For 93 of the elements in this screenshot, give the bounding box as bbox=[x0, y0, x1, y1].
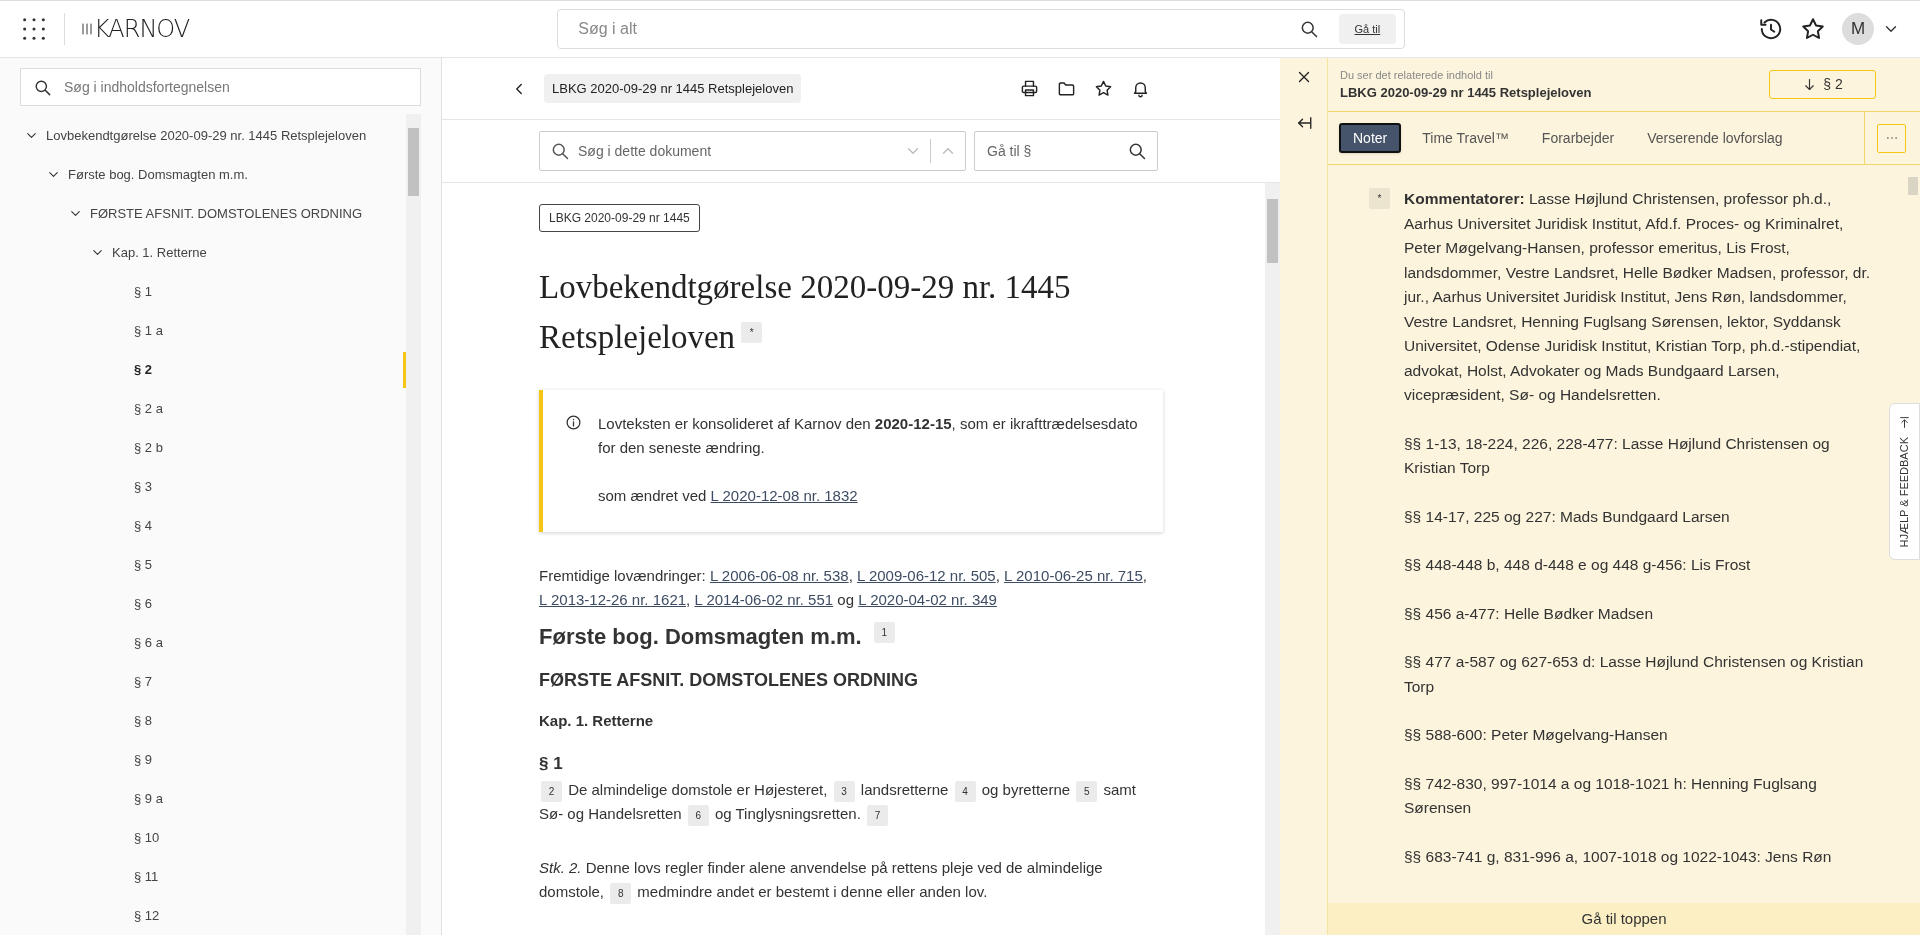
toc-item[interactable]: § 2 a bbox=[134, 398, 163, 419]
chapter-heading: Kap. 1. Retterne bbox=[539, 711, 655, 731]
toc-item[interactable]: § 1 a bbox=[134, 320, 163, 341]
note-marker[interactable]: 8 bbox=[610, 882, 632, 904]
note-marker[interactable]: 4 bbox=[954, 780, 976, 802]
document-title: Lovbekendtgørelse 2020-09-29 nr. 1445 Retsplejeloven * bbox=[539, 268, 1072, 357]
search-icon bbox=[550, 141, 570, 161]
paragraph-text: Stk. 2. Denne lovs regler finder alene anvendelse på rettens pleje ved de almindelige domstole, 8 medmindre andet er bestemt i denne eller anden lov. bbox=[539, 856, 1163, 904]
star-icon[interactable] bbox=[1800, 16, 1826, 42]
note-marker[interactable]: 3 bbox=[833, 780, 855, 802]
toc-search-field[interactable]: Søg i indholdsfortegnelsen bbox=[20, 68, 421, 106]
search-icon bbox=[33, 77, 52, 97]
logo[interactable]: KARNOV bbox=[81, 17, 190, 41]
star-icon[interactable] bbox=[1094, 79, 1113, 98]
toc-item[interactable]: § 2 bbox=[134, 359, 153, 380]
arrow-up-icon bbox=[1898, 416, 1911, 429]
paragraph-text: 2 De almindelige domstole er Højesteret, 3 landsretterne 4 og byretterne 5 samt Sø- og Handelsretten 6 og Tinglysningsretten. 7 bbox=[539, 778, 1163, 826]
note-marker[interactable]: 5 bbox=[1076, 780, 1098, 802]
toc-item[interactable]: § 9 bbox=[134, 749, 153, 770]
history-icon[interactable] bbox=[1758, 16, 1784, 42]
document-search-input[interactable]: Søg i dette dokument bbox=[578, 140, 896, 162]
panel-caption: Du ser det relaterede indhold til bbox=[1340, 67, 1494, 83]
toc-item[interactable]: § 5 bbox=[134, 554, 153, 575]
tab[interactable]: Time Travel™ bbox=[1410, 123, 1521, 153]
toc-item[interactable]: § 1 bbox=[134, 281, 153, 302]
note-text: §§ 477 a-587 og 627-653 d: Lasse Højlund Christensen og Kristian Torp bbox=[1404, 652, 1865, 697]
part-heading: FØRSTE AFSNIT. DOMSTOLENES ORDNING bbox=[539, 669, 920, 692]
link[interactable]: L 2006-06-08 nr. 538 bbox=[709, 567, 849, 584]
note-marker[interactable]: 2 bbox=[541, 780, 562, 802]
note-text: §§ 1-13, 18-224, 226, 228-477: Lasse Højlund Christensen og Kristian Torp bbox=[1404, 433, 1831, 478]
tab[interactable]: Verserende lovforslag bbox=[1635, 123, 1795, 153]
goto-section-field[interactable]: Gå til § bbox=[974, 131, 1158, 171]
note-marker[interactable]: * bbox=[741, 322, 763, 343]
toc-item[interactable]: § 11 bbox=[134, 866, 159, 887]
toc-item[interactable]: § 7 bbox=[134, 671, 153, 692]
toc-item[interactable]: FØRSTE AFSNIT. DOMSTOLENES ORDNING bbox=[90, 203, 363, 224]
note-text: §§ 588-600: Peter Møgelvang-Hansen bbox=[1404, 725, 1669, 745]
link[interactable]: L 2009-06-12 nr. 505 bbox=[857, 567, 996, 584]
goto-section-input[interactable]: Gå til § bbox=[987, 140, 1127, 162]
tab[interactable]: Noter bbox=[1339, 123, 1402, 153]
note-marker[interactable]: 6 bbox=[687, 804, 709, 826]
link[interactable]: L 2020-12-08 nr. 1832 bbox=[710, 487, 858, 504]
avatar[interactable]: M bbox=[1842, 13, 1874, 45]
note-text: §§ 14-17, 225 og 227: Mads Bundgaard Larsen bbox=[1404, 506, 1731, 527]
note-text: §§ 683-741 g, 831-996 a, 1007-1018 og 1022-1043: Jens Røn bbox=[1404, 846, 1833, 867]
search-field[interactable]: Søg i alt Gå til bbox=[557, 9, 1406, 49]
info-text: som ændret ved L 2020-12-08 nr. 1832 bbox=[598, 486, 859, 506]
link[interactable]: L 2014-06-02 nr. 551 bbox=[694, 591, 834, 608]
toc-item[interactable]: § 12 bbox=[134, 905, 160, 926]
toc-item[interactable]: § 8 bbox=[134, 710, 153, 731]
back-to-top-button[interactable]: Gå til toppen bbox=[1328, 903, 1920, 935]
bell-icon[interactable] bbox=[1131, 79, 1150, 98]
toc-item[interactable]: Lovbekendtgørelse 2020-09-29 nr. 1445 Retsplejeloven bbox=[46, 125, 367, 146]
document-title-chip[interactable]: LBKG 2020-09-29 nr 1445 Retsplejeloven bbox=[544, 73, 802, 104]
tab[interactable]: Forarbejder bbox=[1529, 123, 1627, 153]
link[interactable]: L 2010-06-25 nr. 715 bbox=[1004, 567, 1143, 584]
toc-item[interactable]: § 6 a bbox=[134, 632, 163, 653]
app-grid-icon[interactable] bbox=[20, 15, 48, 43]
note-marker[interactable]: * bbox=[1369, 188, 1390, 209]
toc-item[interactable]: § 4 bbox=[134, 515, 153, 536]
info-text: Lovteksten er konsolideret af Karnov den 2020-12-15, som er ikrafttrædelsesdato for den seneste ændring. bbox=[598, 414, 1139, 458]
note-text: §§ 448-448 b, 448 d-448 e og 448 g-456: Lis Frost bbox=[1404, 555, 1752, 575]
search-icon bbox=[1127, 141, 1147, 161]
toc-item[interactable]: § 6 bbox=[134, 593, 153, 614]
toc-item[interactable]: Kap. 1. Retterne bbox=[112, 242, 207, 263]
toc-item[interactable]: § 9 a bbox=[134, 788, 163, 809]
search-input[interactable]: Søg i alt bbox=[578, 17, 1299, 41]
printer-icon[interactable] bbox=[1020, 79, 1039, 98]
paragraph-text: Fremtidige lovændringer: L 2006-06-08 nr. 538, L 2009-06-12 nr. 505, L 2010-06-25 nr. 715, L 2013-12-26 nr. 1621, L 2014-06-02 nr. 551 og L 2020-04-02 nr. 349 bbox=[539, 566, 1148, 610]
scrollbar[interactable] bbox=[1265, 183, 1280, 935]
note-marker[interactable]: 7 bbox=[867, 804, 888, 826]
document-search-field[interactable]: Søg i dette dokument bbox=[539, 131, 966, 171]
toc-item[interactable]: § 10 bbox=[134, 827, 160, 848]
jump-to-section-button[interactable]: § 2 bbox=[1769, 70, 1876, 99]
note-text: Kommentatorer: Lasse Højlund Christensen, professor ph.d., Aarhus Universitet Juridisk Institut, Afd.f. Proces- og Kriminalret, Peter Møgelvang-Hansen, professor emeritus, Lis Frost, landsdommer, Vestre Landsret, Helle Bødker Madsen, professor, dr. jur., Aarhus Universitet Juridisk Institut, Jens Røn, landsdommer, Vestre Landsret, Henning Fuglsang Sørensen, lektor, Syddansk Universitet, Odense Juridisk Institut, Kristian Torp, ph.d.-stipendiat, advokat, Holst, Advokater og Mads Bundgaard Larsen, vicepræsident, Sø- og Handelsretten. bbox=[1404, 189, 1872, 405]
help-feedback-tab[interactable]: HJÆLP & FEEDBACK bbox=[1889, 403, 1920, 561]
toc-item[interactable]: Første bog. Domsmagten m.m. bbox=[68, 164, 248, 185]
toc-item[interactable]: § 2 b bbox=[134, 437, 163, 458]
toc-search-input[interactable]: Søg i indholdsfortegnelsen bbox=[64, 76, 420, 98]
link[interactable]: L 2020-04-02 nr. 349 bbox=[858, 591, 997, 608]
go-button[interactable]: Gå til bbox=[1338, 14, 1397, 44]
info-icon bbox=[565, 414, 582, 431]
section-heading: Første bog. Domsmagten m.m. bbox=[539, 623, 862, 651]
selection-marker bbox=[403, 352, 406, 388]
note-text: §§ 742-830, 997-1014 a og 1018-1021 h: Henning Fuglsang Sørensen bbox=[1404, 773, 1818, 818]
document-id-tag: LBKG 2020-09-29 nr 1445 bbox=[539, 204, 700, 232]
paragraph-heading: § 1 bbox=[539, 752, 564, 775]
note-marker[interactable]: 1 bbox=[873, 622, 895, 643]
scrollbar[interactable] bbox=[406, 114, 421, 935]
toc-item[interactable]: § 3 bbox=[134, 476, 153, 497]
note-text: §§ 456 a-477: Helle Bødker Madsen bbox=[1404, 603, 1654, 624]
folder-icon[interactable] bbox=[1057, 79, 1076, 98]
panel-title: LBKG 2020-09-29 nr 1445 Retsplejeloven bbox=[1340, 84, 1592, 102]
